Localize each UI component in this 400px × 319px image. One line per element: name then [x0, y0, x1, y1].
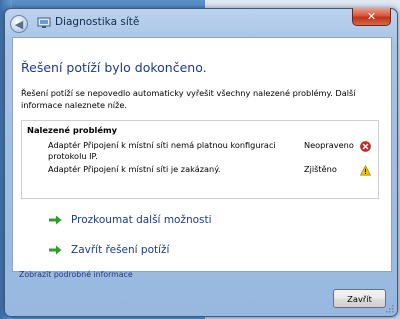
network-diagnostics-icon	[37, 17, 51, 28]
title-bar: ◀ Diagnostika sítě ✕	[5, 8, 397, 37]
window-title: Diagnostika sítě	[55, 16, 140, 28]
window-close-button[interactable]: ✕	[352, 8, 391, 26]
resize-grip-icon[interactable]	[386, 305, 394, 313]
problem-description: Adaptér Připojení k místní síti nemá pla…	[48, 140, 276, 161]
problems-panel: Nalezené problémy Adaptér Připojení k mí…	[21, 120, 379, 199]
warning-icon	[360, 165, 371, 176]
back-arrow-icon: ◀	[14, 17, 24, 31]
close-button[interactable]: Zavřít	[333, 289, 386, 308]
problem-status: Zjištěno	[304, 164, 337, 174]
network-diagnostics-window: ◀ Diagnostika sítě ✕ Řešení potíží bylo …	[4, 8, 398, 317]
page-title: Řešení potíží bylo dokončeno.	[21, 60, 207, 75]
close-troubleshooting-link[interactable]: Zavřít řešení potíží	[49, 244, 169, 256]
problem-description: Adaptér Připojení k místní síti je zakáz…	[48, 164, 221, 174]
explore-options-label: Prozkoumat další možnosti	[71, 214, 212, 226]
explore-options-link[interactable]: Prozkoumat další možnosti	[49, 214, 212, 226]
view-details-link[interactable]: Zobrazit podrobné informace	[19, 270, 133, 279]
close-troubleshooting-label: Zavřít řešení potíží	[71, 244, 170, 256]
problem-status: Neopraveno	[304, 140, 354, 150]
error-icon	[360, 141, 371, 152]
green-arrow-icon	[49, 215, 62, 225]
description-text: Řešení potíží se nepovedlo automaticky v…	[21, 88, 356, 110]
content-area: Řešení potíží bylo dokončeno. Řešení pot…	[12, 37, 392, 279]
back-button[interactable]: ◀	[10, 15, 28, 33]
problems-header: Nalezené problémy	[27, 125, 118, 135]
green-arrow-icon	[49, 245, 62, 255]
close-icon: ✕	[366, 10, 377, 23]
